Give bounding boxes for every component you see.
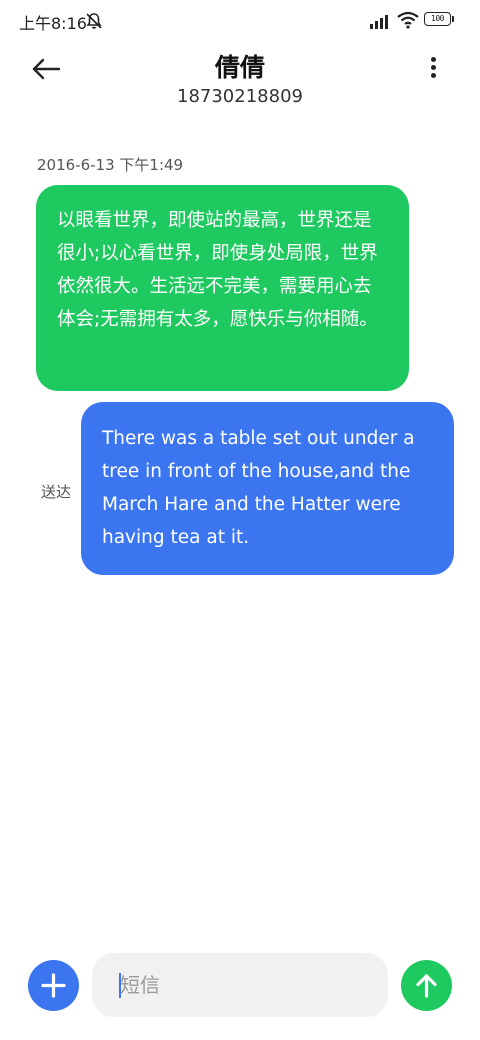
sent-message-bubble[interactable]: There was a table set out under a tree i… bbox=[81, 402, 454, 575]
received-message-bubble[interactable]: 以眼看世界，即使站的最高，世界还是很小;以心看世界，即使身处局限，世界依然很大。… bbox=[36, 185, 409, 391]
send-button[interactable] bbox=[401, 960, 452, 1011]
contact-number: 18730218809 bbox=[177, 86, 303, 107]
more-vertical-icon bbox=[420, 57, 446, 78]
message-input[interactable] bbox=[120, 953, 370, 1017]
message-timestamp: 2016-6-13 下午1:49 bbox=[37, 156, 184, 174]
plus-icon bbox=[41, 973, 66, 998]
more-options-button[interactable] bbox=[420, 54, 446, 84]
cellular-signal-icon bbox=[370, 15, 388, 29]
status-bar: 上午8:16 100 bbox=[0, 0, 480, 44]
battery-icon: 100 bbox=[424, 12, 454, 28]
sms-conversation-screen: 上午8:16 100 倩倩 18730218809 2016-6-13 下午1:… bbox=[0, 0, 480, 1040]
delivery-status: 送达 bbox=[41, 483, 72, 501]
battery-level: 100 bbox=[424, 12, 451, 26]
add-attachment-button[interactable] bbox=[28, 960, 79, 1011]
mute-notifications-icon bbox=[86, 13, 102, 29]
contact-name: 倩倩 bbox=[214, 53, 265, 82]
status-time: 上午8:16 bbox=[19, 14, 87, 33]
arrow-up-icon bbox=[416, 974, 437, 998]
message-input-container bbox=[92, 953, 388, 1017]
text-cursor bbox=[119, 973, 121, 998]
wifi-icon bbox=[397, 11, 419, 29]
